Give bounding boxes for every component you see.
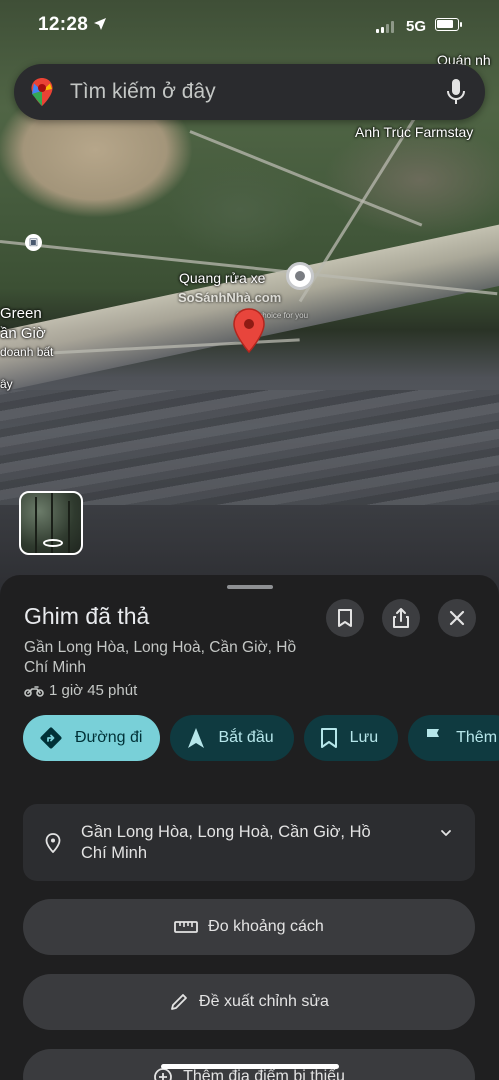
address-card-text: Gần Long Hòa, Long Hoà, Cần Giờ, Hồ Chí …	[81, 822, 371, 862]
add-missing-place-label: Thêm địa điểm bị thiếu	[183, 1068, 345, 1080]
status-bar: 12:28 5G	[0, 0, 499, 52]
save-button[interactable]: Lưu	[303, 715, 399, 761]
watermark: SoSánhNhà.com	[178, 290, 282, 305]
map-label-farmstay[interactable]: Anh Trúc Farmstay	[355, 124, 473, 140]
bookmark-icon	[338, 609, 352, 627]
measure-distance-button[interactable]: Đo khoảng cách	[23, 899, 475, 955]
street-view-360-icon	[43, 539, 63, 547]
bookmark-icon	[320, 728, 337, 748]
road	[189, 130, 423, 227]
cellular-signal-icon	[376, 21, 394, 33]
share-icon	[393, 608, 409, 628]
shoreline	[0, 218, 499, 394]
flag-icon	[427, 729, 440, 748]
street-view-thumbnail[interactable]	[19, 491, 83, 555]
pencil-icon	[171, 994, 187, 1010]
maps-pin-icon	[31, 78, 53, 106]
eta-text: 1 giờ 45 phút	[49, 682, 138, 699]
close-button[interactable]	[438, 599, 476, 637]
close-icon	[449, 610, 465, 626]
home-indicator[interactable]	[161, 1064, 339, 1069]
add-label-button[interactable]: Thêm	[408, 715, 499, 761]
save-bookmark-button[interactable]	[326, 599, 364, 637]
tree-trunk	[35, 497, 37, 553]
battery-icon	[435, 18, 462, 31]
location-pin-icon	[45, 832, 61, 853]
navigation-arrow-icon	[188, 728, 205, 748]
motorbike-icon	[24, 685, 44, 697]
search-bar[interactable]: Tìm kiếm ở đây	[14, 64, 485, 120]
tree-trunk	[68, 501, 70, 553]
place-title: Ghim đã thả	[24, 603, 150, 629]
bus-stop-icon[interactable]: ▣	[25, 234, 42, 251]
directions-button[interactable]: Đường đi	[23, 715, 161, 761]
map-label-car-wash[interactable]: Quang rửa xe	[179, 270, 265, 286]
location-arrow-icon	[94, 18, 106, 30]
mic-icon[interactable]	[445, 78, 467, 106]
add-label-text: Thêm	[456, 729, 498, 746]
save-label: Lưu	[349, 729, 379, 746]
dropped-pin-icon[interactable]	[232, 308, 266, 354]
status-time: 12:28	[38, 14, 89, 35]
place-bottom-sheet[interactable]: Ghim đã thả Gần Long Hòa, Long Hoà, Cần …	[0, 575, 499, 1080]
drag-handle[interactable]	[227, 585, 273, 589]
car-wash-poi-icon[interactable]	[286, 262, 314, 290]
place-address: Gần Long Hòa, Long Hoà, Cần Giờ, Hồ Chí …	[24, 639, 297, 676]
directions-icon	[40, 727, 62, 749]
start-label: Bắt đầu	[218, 729, 274, 746]
ruler-icon	[174, 921, 199, 933]
map-label-day[interactable]: ây	[0, 377, 13, 391]
address-card[interactable]: Gần Long Hòa, Long Hoà, Cần Giờ, Hồ Chí …	[23, 804, 475, 881]
measure-distance-label: Đo khoảng cách	[208, 918, 324, 935]
map-label-green[interactable]: Green	[0, 305, 42, 322]
action-chips: Đường đi Bắt đầu Lưu Thêm	[23, 715, 499, 761]
directions-label: Đường đi	[75, 729, 143, 746]
travel-eta: 1 giờ 45 phút	[24, 682, 137, 699]
start-button[interactable]: Bắt đầu	[170, 715, 294, 761]
share-button[interactable]	[382, 599, 420, 637]
network-type: 5G	[406, 18, 427, 35]
suggest-edit-label: Đề xuất chỉnh sửa	[199, 993, 329, 1010]
suggest-edit-button[interactable]: Đề xuất chỉnh sửa	[23, 974, 475, 1030]
chevron-down-icon[interactable]	[439, 826, 453, 840]
search-input[interactable]: Tìm kiếm ở đây	[70, 80, 445, 104]
map-label-doanh-bat[interactable]: doanh bất	[0, 345, 53, 359]
map-label-can-gio[interactable]: ần Giờ	[0, 325, 46, 342]
